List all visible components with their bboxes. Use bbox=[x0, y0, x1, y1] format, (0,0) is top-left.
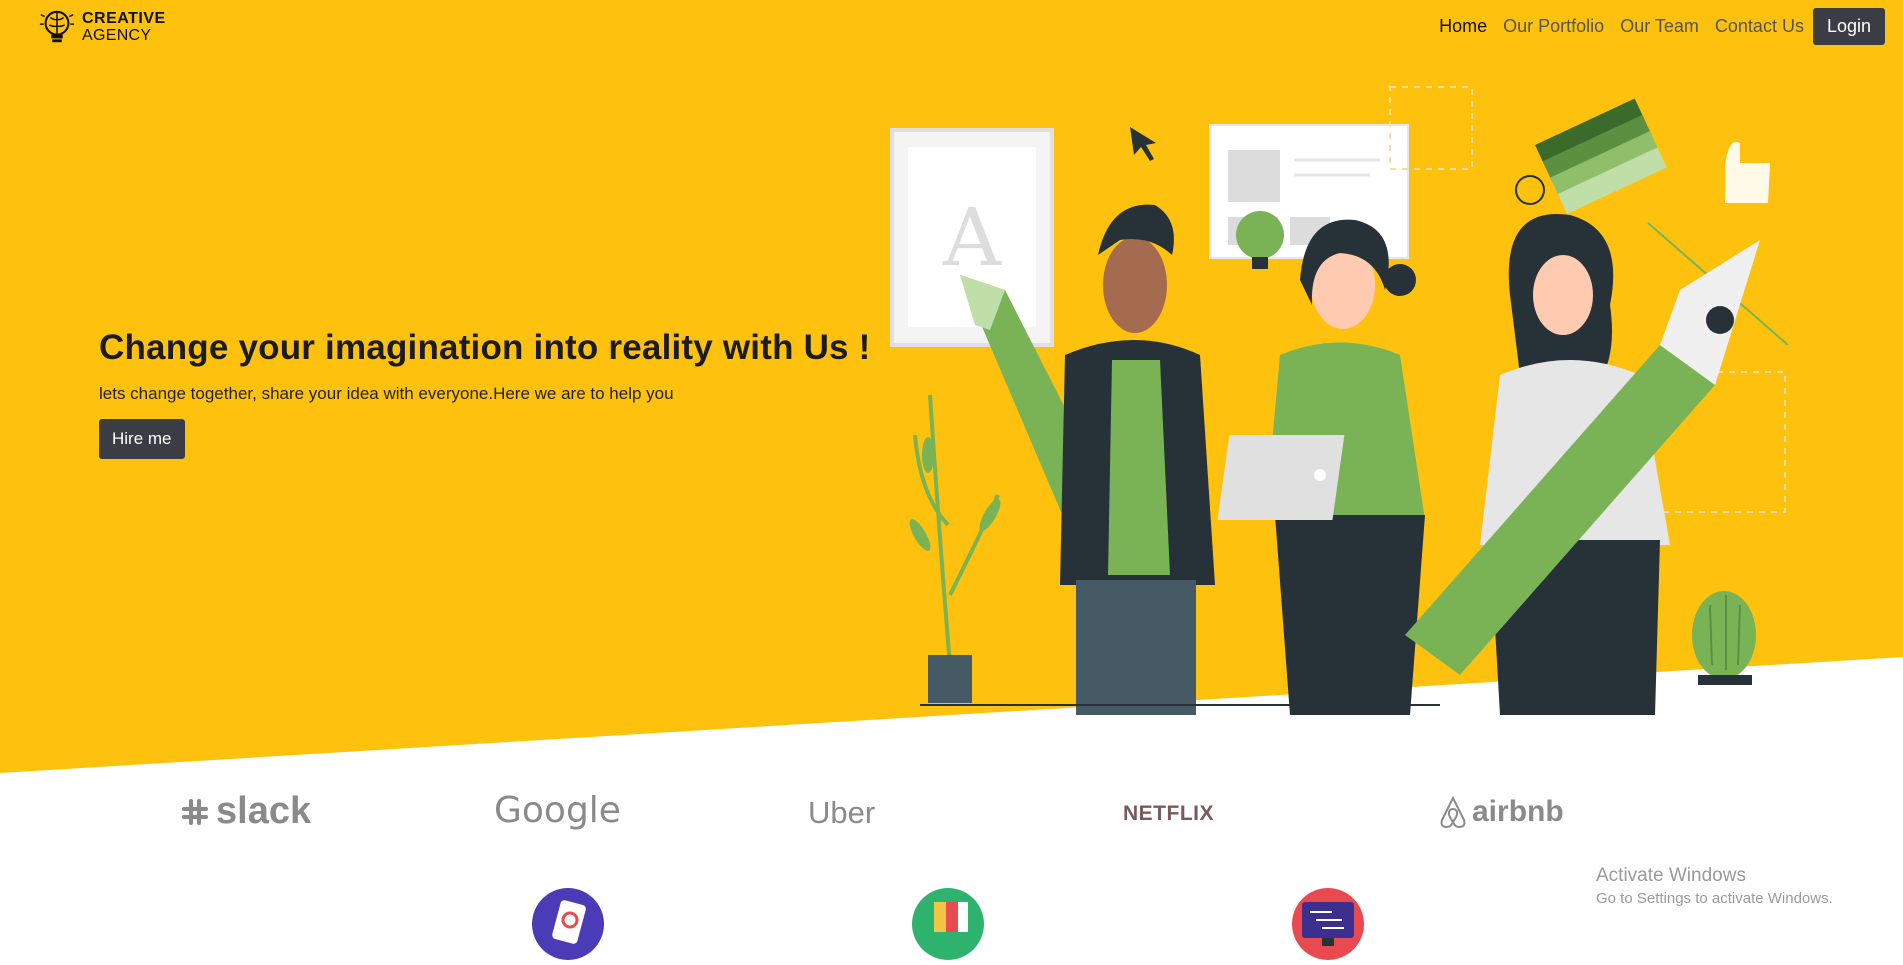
google-logo-icon[interactable]: Google bbox=[494, 790, 621, 831]
code-monitor-icon[interactable] bbox=[1292, 888, 1364, 960]
login-button[interactable]: Login bbox=[1812, 8, 1885, 45]
netflix-logo-icon[interactable]: NETFLIX bbox=[1123, 802, 1214, 826]
client-logos: slack Google Uber NETFLIX airbnb bbox=[0, 790, 1903, 850]
uber-logo-icon[interactable]: Uber bbox=[808, 795, 875, 831]
team-creative-illustration: A bbox=[890, 86, 1789, 715]
slack-label: slack bbox=[216, 790, 312, 832]
airbnb-symbol-icon bbox=[1440, 795, 1466, 829]
airbnb-label: airbnb bbox=[1472, 795, 1564, 828]
brand-name: CREATIVE bbox=[82, 10, 166, 27]
hero-title: Change your imagination into reality wit… bbox=[99, 328, 871, 367]
watermark-subtitle: Go to Settings to activate Windows. bbox=[1596, 890, 1833, 907]
airbnb-logo-icon[interactable]: airbnb bbox=[1437, 794, 1564, 830]
google-label: Google bbox=[494, 790, 621, 831]
netflix-label: NETFLIX bbox=[1123, 802, 1214, 825]
mobile-app-icon[interactable] bbox=[532, 888, 604, 960]
nav-our-portfolio[interactable]: Our Portfolio bbox=[1503, 16, 1604, 37]
lightbulb-brain-icon bbox=[39, 10, 75, 43]
nav-links: Home Our Portfolio Our Team Contact Us L… bbox=[1423, 8, 1885, 45]
slack-logo-icon[interactable]: slack bbox=[178, 790, 311, 833]
hero-subtitle: lets change together, share your idea wi… bbox=[99, 384, 674, 403]
phone-graphic bbox=[552, 900, 586, 944]
uber-label: Uber bbox=[808, 795, 876, 830]
brand-logo[interactable]: CREATIVE AGENCY bbox=[38, 7, 166, 47]
palette-graphic bbox=[934, 902, 968, 932]
windows-activation-watermark: Activate Windows Go to Settings to activ… bbox=[1596, 865, 1833, 907]
brand-tagline: AGENCY bbox=[82, 27, 152, 44]
watermark-title: Activate Windows bbox=[1596, 865, 1746, 886]
hero-section: Change your imagination into reality wit… bbox=[99, 328, 899, 459]
slack-hash-icon bbox=[182, 798, 208, 825]
nav-contact-us[interactable]: Contact Us bbox=[1715, 16, 1804, 37]
color-palette-icon[interactable] bbox=[912, 888, 984, 960]
navbar: CREATIVE AGENCY Home Our Portfolio Our T… bbox=[0, 0, 1903, 56]
hire-me-button[interactable]: Hire me bbox=[99, 419, 185, 459]
nav-home[interactable]: Home bbox=[1439, 16, 1487, 37]
monitor-graphic bbox=[1302, 902, 1354, 946]
nav-our-team[interactable]: Our Team bbox=[1620, 16, 1699, 37]
svg-text:A: A bbox=[942, 191, 1002, 284]
